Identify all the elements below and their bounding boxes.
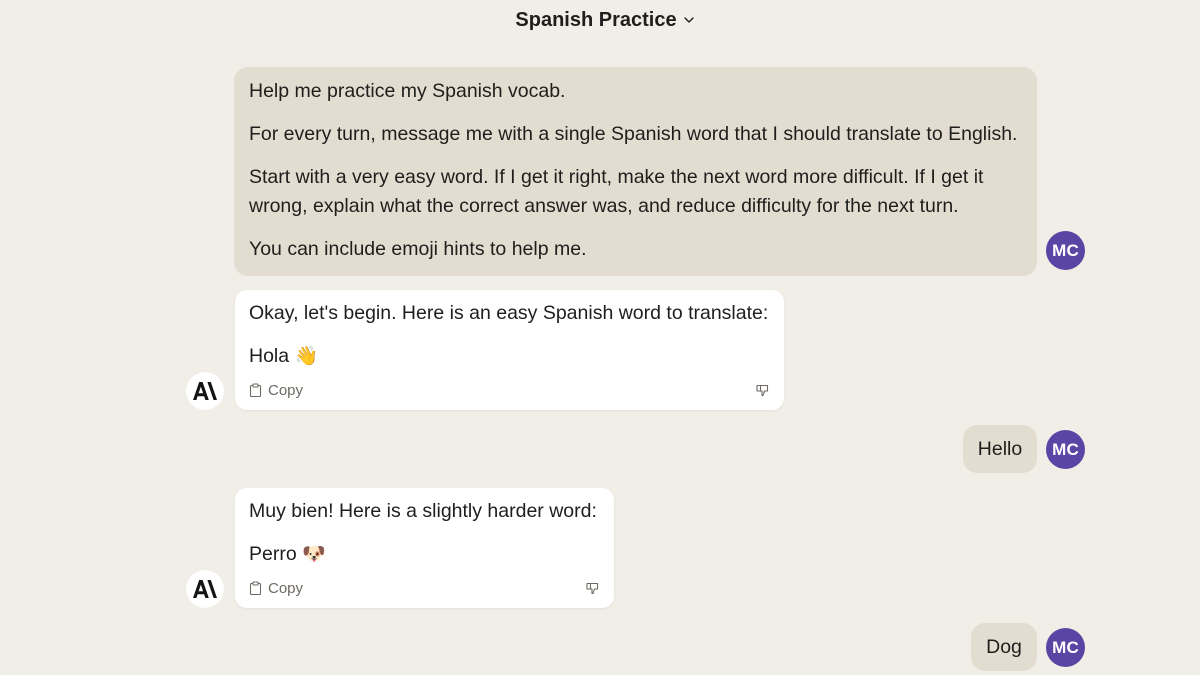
thumbs-down-button[interactable] <box>755 383 770 398</box>
vocab-word-line: Perro 🐶 <box>249 540 600 569</box>
copy-label: Copy <box>268 579 304 597</box>
vocab-word-line: Hola 👋 <box>249 342 770 371</box>
user-avatar: MC <box>1046 231 1085 270</box>
message-actions: Copy <box>249 578 600 598</box>
waving-hand-emoji: 👋 <box>294 345 319 367</box>
assistant-avatar <box>186 570 224 608</box>
vocab-word: Hola <box>249 345 290 367</box>
message-actions: Copy <box>249 380 770 400</box>
thumbs-down-icon <box>756 384 769 396</box>
chevron-down-icon <box>683 17 694 23</box>
user-avatar: MC <box>1046 628 1085 667</box>
chat-header: Spanish Practice <box>0 0 1200 40</box>
message-paragraph: You can include emoji hints to help me. <box>249 238 587 260</box>
message-paragraph: Muy bien! Here is a slightly harder word… <box>249 500 597 522</box>
message-paragraph: Dog <box>986 636 1022 658</box>
message-paragraph: Okay, let's begin. Here is an easy Spani… <box>249 302 769 324</box>
user-avatar: MC <box>1046 430 1085 469</box>
copy-button[interactable]: Copy <box>249 574 303 603</box>
chat-title: Spanish Practice <box>515 8 677 31</box>
user-message: Help me practice my Spanish vocab. For e… <box>234 67 1037 276</box>
message-paragraph: Help me practice my Spanish vocab. <box>249 80 566 102</box>
user-message: Hello <box>963 425 1037 473</box>
message-paragraph: Start with a very easy word. If I get it… <box>249 166 984 217</box>
copy-button[interactable]: Copy <box>249 376 303 405</box>
user-message: Dog <box>971 623 1037 671</box>
assistant-message: Okay, let's begin. Here is an easy Spani… <box>235 290 784 410</box>
dog-face-emoji: 🐶 <box>302 543 326 565</box>
message-paragraph: For every turn, message me with a single… <box>249 123 1018 145</box>
chat-title-button[interactable]: Spanish Practice <box>515 9 694 32</box>
thumbs-down-button[interactable] <box>585 581 600 596</box>
assistant-message: Muy bien! Here is a slightly harder word… <box>235 488 614 608</box>
clipboard-icon <box>249 581 262 595</box>
assistant-avatar <box>186 372 224 410</box>
clipboard-icon <box>249 383 262 397</box>
anthropic-logo-icon <box>193 580 217 598</box>
message-paragraph: Hello <box>977 438 1023 460</box>
anthropic-logo-icon <box>193 382 217 400</box>
copy-label: Copy <box>268 381 304 399</box>
thumbs-down-icon <box>586 582 599 594</box>
vocab-word: Perro <box>249 543 297 565</box>
